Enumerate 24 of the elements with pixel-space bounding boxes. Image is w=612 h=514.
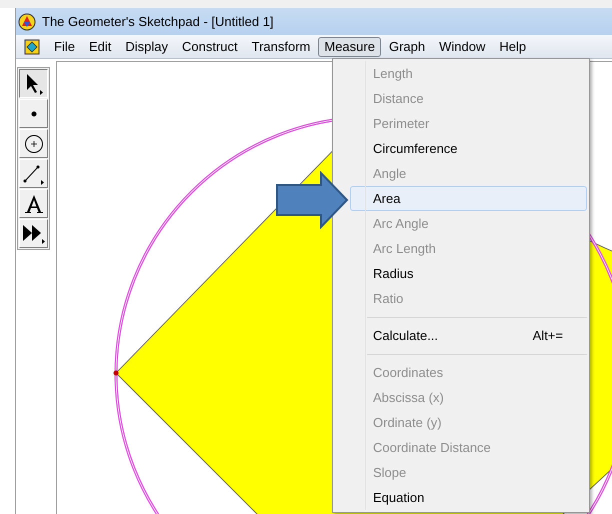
menu-item[interactable]: Calculate... Alt+= [350,323,587,348]
menu-title[interactable]: Measure [318,36,381,56]
compass-tool-icon [24,134,44,154]
menu-title[interactable]: Graph [382,36,432,56]
segment-tool-icon [22,162,44,184]
point-tool-icon [30,110,36,116]
fast-forward-icon [22,222,46,244]
menu-item[interactable]: Area [350,186,587,211]
menu-title[interactable]: Window [433,36,492,56]
menu-title[interactable]: Transform [246,36,316,56]
menu-item[interactable]: Equation [350,485,587,510]
menu-title[interactable]: Help [493,36,532,56]
document-icon[interactable] [24,38,40,54]
point [114,370,118,376]
menu-item[interactable]: Radius [350,261,587,286]
menu-title[interactable]: Display [119,36,174,56]
menu-title[interactable]: Construct [176,36,244,56]
app-logo-icon [18,12,36,30]
tool-button[interactable] [19,69,48,98]
menu-item[interactable]: Circumference [350,136,587,161]
menu-title[interactable]: File [48,36,81,56]
text-tool-icon [24,194,42,214]
menu-title[interactable]: Edit [82,36,118,56]
window-title: The Geometer's Sketchpad - [Untitled 1] [42,12,274,31]
